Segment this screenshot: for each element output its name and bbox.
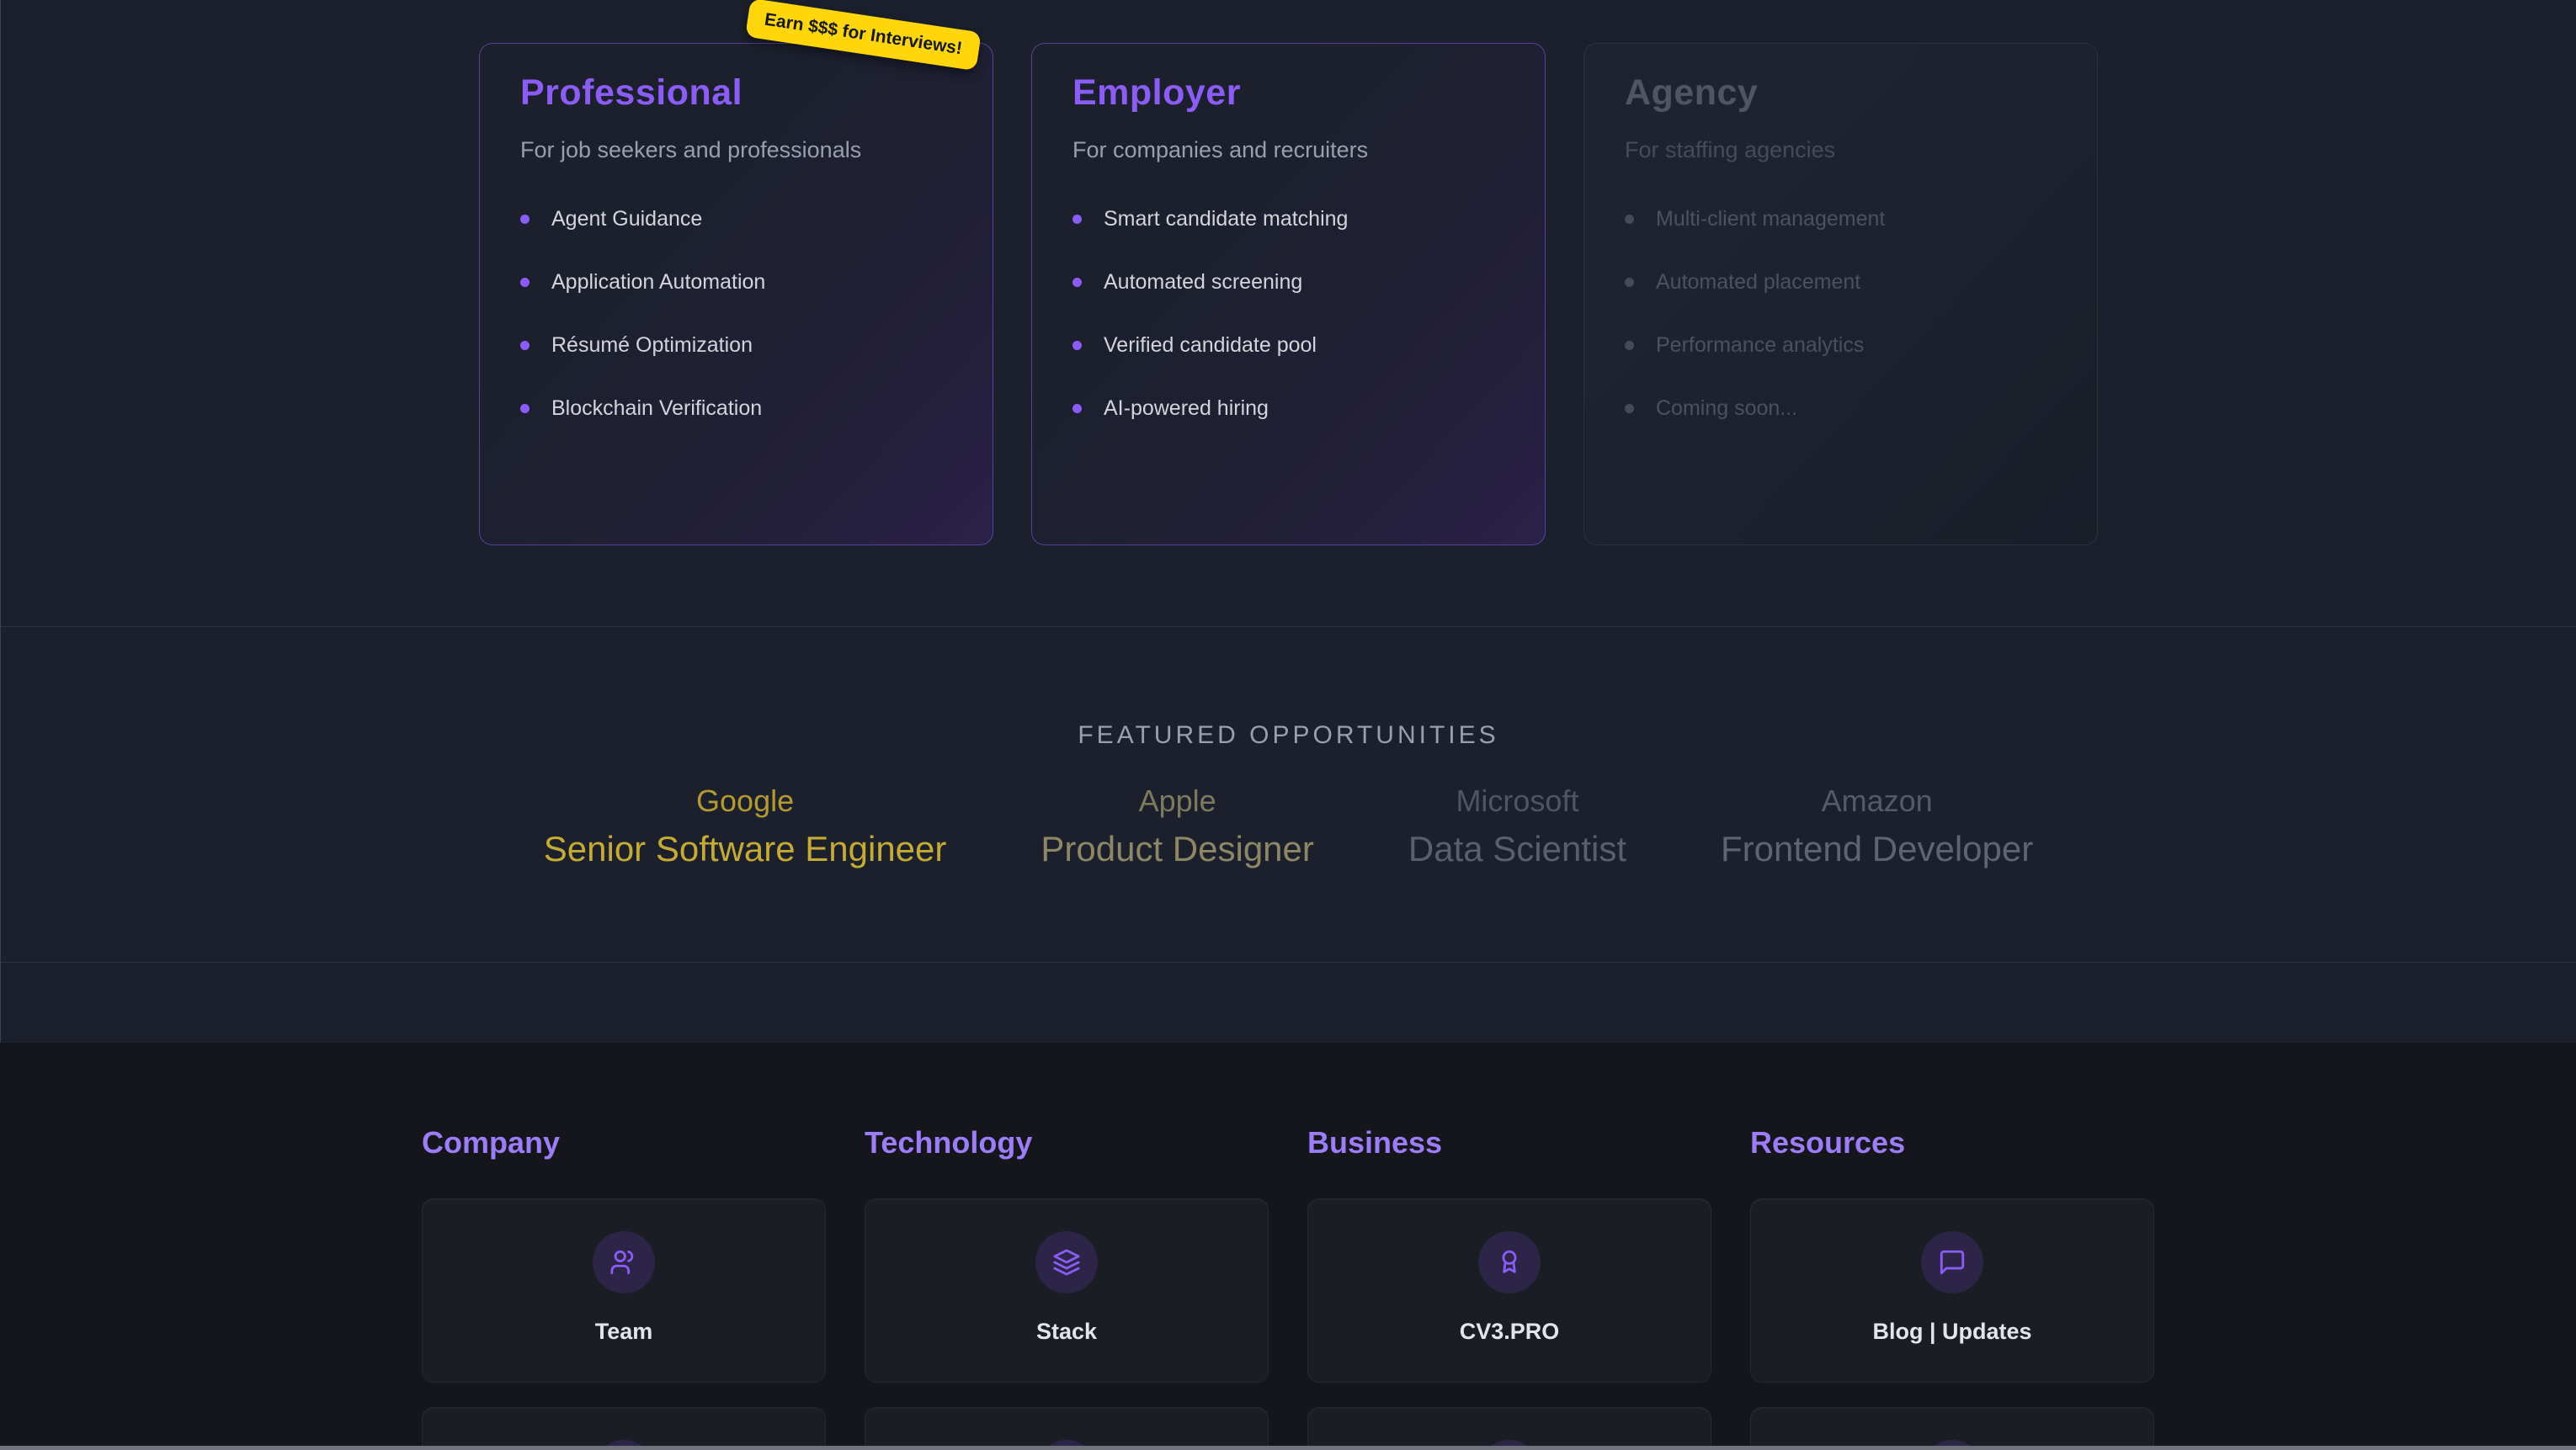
footer-heading: Resources xyxy=(1750,1125,2154,1161)
bottom-scrollbar[interactable] xyxy=(0,1446,2576,1450)
plan-feature-list: Agent Guidance Application Automation Ré… xyxy=(520,207,952,421)
footer-column-company: Company Team xyxy=(422,1125,826,1450)
plan-subtitle: For job seekers and professionals xyxy=(520,137,952,163)
bullet-dot-icon xyxy=(1625,278,1634,287)
plan-feature-list: Smart candidate matching Automated scree… xyxy=(1072,207,1504,421)
plan-card-agency[interactable]: Agency For staffing agencies Multi-clien… xyxy=(1583,43,2098,545)
job-company: Amazon xyxy=(1721,783,2033,819)
plan-feature: Automated placement xyxy=(1625,270,2057,295)
job-title: Product Designer xyxy=(1041,829,1314,869)
plan-feature: Multi-client management xyxy=(1625,207,2057,231)
award-icon xyxy=(1495,1248,1524,1277)
footer-card-label: Blog | Updates xyxy=(1872,1319,2031,1345)
bullet-dot-icon xyxy=(1625,404,1634,413)
footer-card-partial[interactable] xyxy=(422,1407,826,1450)
section-spacer xyxy=(1,962,2576,1043)
plan-feature: Performance analytics xyxy=(1625,333,2057,358)
job-company: Google xyxy=(544,783,947,819)
plan-feature: Verified candidate pool xyxy=(1072,333,1504,358)
plan-feature-label: Application Automation xyxy=(551,270,765,295)
footer-heading: Technology xyxy=(865,1125,1269,1161)
footer-card-label: Team xyxy=(595,1319,653,1345)
plan-feature-list: Multi-client management Automated placem… xyxy=(1625,207,2057,421)
footer-card-label: CV3.PRO xyxy=(1460,1319,1560,1345)
plan-card-employer[interactable]: Employer For companies and recruiters Sm… xyxy=(1031,43,1546,545)
icon-circle xyxy=(1035,1231,1098,1293)
plan-cards-row: Professional For job seekers and profess… xyxy=(1,0,2576,545)
footer-grid: Company Team Technology xyxy=(422,1125,2154,1450)
plan-feature-label: Automated screening xyxy=(1104,270,1302,295)
chat-bubble-icon xyxy=(1938,1248,1967,1277)
footer-card-blog[interactable]: Blog | Updates xyxy=(1750,1198,2154,1383)
footer-card-partial[interactable] xyxy=(1750,1407,2154,1450)
plan-feature-label: Verified candidate pool xyxy=(1104,333,1317,358)
featured-opportunities-section: FEATURED OPPORTUNITIES Google Senior Sof… xyxy=(1,627,2576,962)
featured-job-microsoft[interactable]: Microsoft Data Scientist xyxy=(1408,783,1626,869)
job-title: Frontend Developer xyxy=(1721,829,2033,869)
featured-job-amazon[interactable]: Amazon Frontend Developer xyxy=(1721,783,2033,869)
job-title: Data Scientist xyxy=(1408,829,1626,869)
plan-subtitle: For staffing agencies xyxy=(1625,137,2057,163)
plan-feature: Résumé Optimization xyxy=(520,333,952,358)
bullet-dot-icon xyxy=(520,278,530,287)
plan-title: Professional xyxy=(520,72,952,114)
bullet-dot-icon xyxy=(1072,215,1082,224)
footer-column-resources: Resources Blog | Updates xyxy=(1750,1125,2154,1450)
plan-card-professional[interactable]: Professional For job seekers and profess… xyxy=(479,43,993,545)
footer-card-team[interactable]: Team xyxy=(422,1198,826,1383)
plan-title: Agency xyxy=(1625,72,2057,114)
bullet-dot-icon xyxy=(1072,404,1082,413)
plan-feature: Automated screening xyxy=(1072,270,1504,295)
plan-feature-label: Performance analytics xyxy=(1656,333,1864,358)
icon-circle xyxy=(1478,1231,1541,1293)
job-company: Apple xyxy=(1041,783,1314,819)
job-company: Microsoft xyxy=(1408,783,1626,819)
footer-card-stack[interactable]: Stack xyxy=(865,1198,1269,1383)
plan-feature-label: Agent Guidance xyxy=(551,207,702,231)
footer-heading: Company xyxy=(422,1125,826,1161)
site-footer: Company Team Technology xyxy=(0,1043,2576,1450)
job-title: Senior Software Engineer xyxy=(544,829,947,869)
icon-circle xyxy=(1921,1231,1983,1293)
plan-feature: Smart candidate matching xyxy=(1072,207,1504,231)
plan-feature: Application Automation xyxy=(520,270,952,295)
plan-subtitle: For companies and recruiters xyxy=(1072,137,1504,163)
bullet-dot-icon xyxy=(520,215,530,224)
plan-title: Employer xyxy=(1072,72,1504,114)
bullet-dot-icon xyxy=(520,404,530,413)
footer-column-business: Business CV3.PRO xyxy=(1307,1125,1711,1450)
featured-job-google[interactable]: Google Senior Software Engineer xyxy=(544,783,947,869)
bullet-dot-icon xyxy=(1625,215,1634,224)
footer-column-technology: Technology Stack xyxy=(865,1125,1269,1450)
footer-card-partial[interactable] xyxy=(1307,1407,1711,1450)
featured-jobs-row: Google Senior Software Engineer Apple Pr… xyxy=(1,783,2576,869)
plan-feature: Coming soon... xyxy=(1625,396,2057,421)
bullet-dot-icon xyxy=(1625,341,1634,350)
plan-feature: Agent Guidance xyxy=(520,207,952,231)
layers-icon xyxy=(1052,1248,1081,1277)
upper-page-region: Earn $$$ for Interviews! Professional Fo… xyxy=(0,0,2576,1043)
featured-job-apple[interactable]: Apple Product Designer xyxy=(1041,783,1314,869)
bullet-dot-icon xyxy=(1072,341,1082,350)
plans-section: Earn $$$ for Interviews! Professional Fo… xyxy=(1,0,2576,627)
bullet-dot-icon xyxy=(1072,278,1082,287)
plan-feature-label: Smart candidate matching xyxy=(1104,207,1348,231)
bullet-dot-icon xyxy=(520,341,530,350)
icon-circle xyxy=(593,1231,655,1293)
users-icon xyxy=(609,1248,638,1277)
plan-feature: Blockchain Verification xyxy=(520,396,952,421)
footer-heading: Business xyxy=(1307,1125,1711,1161)
plan-feature-label: AI-powered hiring xyxy=(1104,396,1269,421)
featured-heading: FEATURED OPPORTUNITIES xyxy=(1,721,2576,750)
footer-card-label: Stack xyxy=(1036,1319,1097,1345)
plan-feature-label: Résumé Optimization xyxy=(551,333,753,358)
footer-card-cv3pro[interactable]: CV3.PRO xyxy=(1307,1198,1711,1383)
plan-feature-label: Blockchain Verification xyxy=(551,396,762,421)
footer-card-partial[interactable] xyxy=(865,1407,1269,1450)
plan-feature-label: Automated placement xyxy=(1656,270,1860,295)
plan-feature-label: Coming soon... xyxy=(1656,396,1797,421)
plan-feature: AI-powered hiring xyxy=(1072,396,1504,421)
plan-feature-label: Multi-client management xyxy=(1656,207,1885,231)
